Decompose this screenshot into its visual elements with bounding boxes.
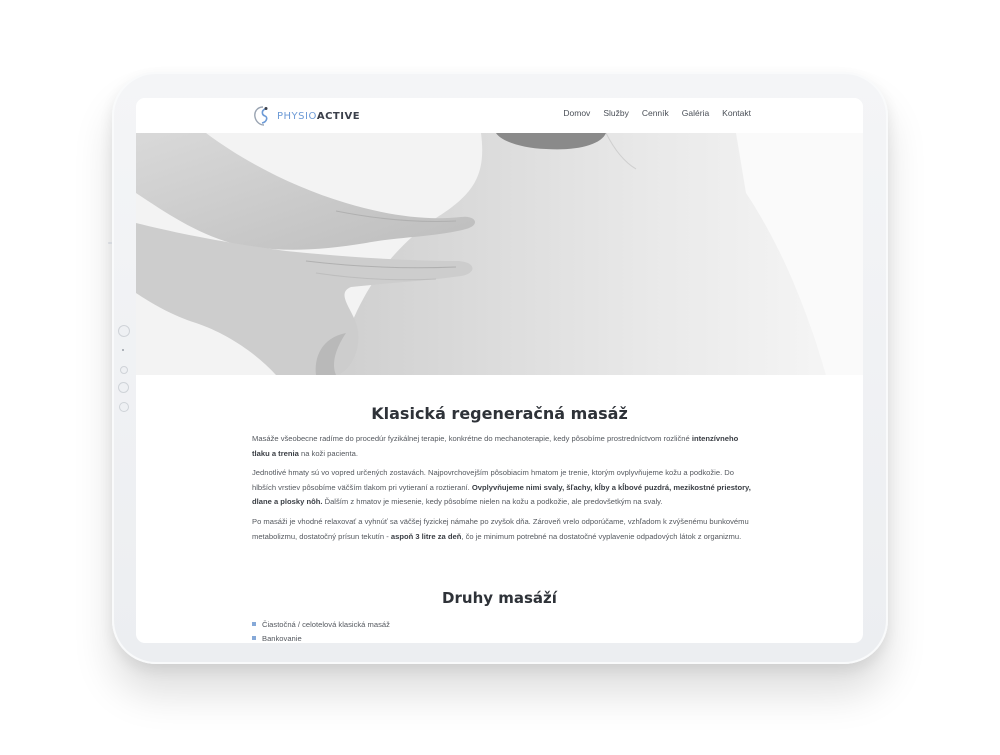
nav-item-domov[interactable]: Domov [563,108,590,118]
aftercare-paragraph: Po masáži je vhodné relaxovať a vyhnúť s… [252,517,749,541]
logo-text-active: ACTIVE [316,110,361,122]
section-title: Druhy masáží [442,589,557,607]
sensor-dot [118,382,129,393]
nav-item-cennik[interactable]: Cenník [642,108,669,118]
site-header: PHYSIOACTIVE Domov Služby Cenník Galéria… [136,98,863,133]
technique-paragraph: Jednotlivé hmaty sú vo vopred určených z… [252,468,751,506]
nav-item-galeria[interactable]: Galéria [682,108,709,118]
main-menu: Domov Služby Cenník Galéria Kontakt [563,108,751,118]
tablet-button [108,242,112,244]
page-title: Klasická regeneračná masáž [371,404,628,423]
logo[interactable]: PHYSIOACTIVE [253,105,360,127]
intro-paragraph: Masáže všeobecne radíme do procedúr fyzi… [252,434,739,458]
camera-icon [118,325,130,337]
massage-photo [136,133,863,375]
logo-text-physio: PHYSIO [277,110,317,122]
sensor-dot [120,366,128,374]
screen: PHYSIOACTIVE Domov Služby Cenník Galéria… [136,98,863,643]
massage-types-list: Čiastočná / celotelová klasická masáž Ba… [252,617,390,643]
nav-item-sluzby[interactable]: Služby [603,108,629,118]
bullet-icon [252,622,256,626]
bullet-icon [252,636,256,640]
list-item: Bankovanie [252,631,390,643]
sensor-dot [119,402,129,412]
hero-image [136,133,863,375]
nav-item-kontakt[interactable]: Kontakt [722,108,751,118]
list-item: Čiastočná / celotelová klasická masáž [252,617,390,631]
logo-icon [254,106,268,126]
sensor-dot [122,349,124,351]
